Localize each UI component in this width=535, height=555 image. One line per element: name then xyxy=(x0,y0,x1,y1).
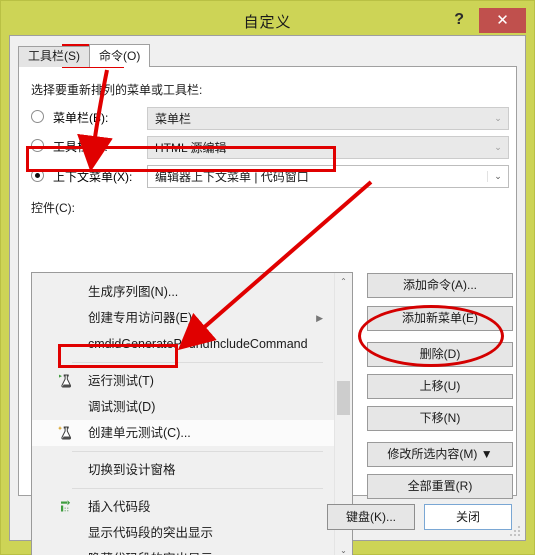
list-item-label: 创建单元测试(C)... xyxy=(88,426,191,440)
close-button[interactable]: 关闭 xyxy=(424,504,512,530)
window-title: 自定义 xyxy=(243,14,292,31)
reset-all-button[interactable]: 全部重置(R) xyxy=(367,474,513,499)
list-item-label: 创建专用访问器(E) xyxy=(88,311,193,325)
chevron-down-icon: ⌄ xyxy=(494,113,502,123)
dialog-body: 工具栏(S) 命令(O) 选择要重新排列的菜单或工具栏: 菜单栏(B): 菜单栏… xyxy=(9,35,526,555)
list-separator xyxy=(72,362,323,363)
combo-toolbar-value: HTML 源编辑 xyxy=(155,141,227,155)
list-item[interactable]: 运行测试(T) xyxy=(32,368,335,394)
combo-context-menu[interactable]: 编辑器上下文菜单 | 代码窗口 ⌄ xyxy=(147,165,509,188)
radio-toolbar-label: 工具栏(T): xyxy=(53,140,108,154)
list-item-label: 调试测试(D) xyxy=(88,400,156,414)
list-separator xyxy=(72,451,323,452)
help-icon[interactable]: ? xyxy=(454,10,464,30)
list-item-label: 显示代码段的突出显示 xyxy=(88,526,214,540)
radio-context-menu[interactable] xyxy=(31,169,44,182)
modify-selection-button[interactable]: 修改所选内容(M) ▼ xyxy=(367,442,513,467)
list-item[interactable]: 插入代码段 xyxy=(32,494,335,520)
title-bar: 自定义 ? ✕ xyxy=(9,8,526,35)
list-item[interactable]: 生成序列图(N)... xyxy=(32,279,335,305)
add-command-button[interactable]: 添加命令(A)... xyxy=(367,273,513,298)
tab-toolbars[interactable]: 工具栏(S) xyxy=(18,46,90,67)
chevron-down-icon: ⌄ xyxy=(494,142,502,152)
insert-snippet-icon xyxy=(58,499,74,515)
controls-listbox[interactable]: 生成序列图(N)... 创建专用访问器(E) ▶ cmdidGeneratePo… xyxy=(31,272,353,555)
combo-context-menu-value: 编辑器上下文菜单 | 代码窗口 xyxy=(155,170,309,184)
add-new-menu-button[interactable]: 添加新菜单(E) xyxy=(367,306,513,331)
list-item-label: cmdidGeneratePoundIncludeCommand xyxy=(88,337,308,351)
list-item-selected[interactable]: 创建单元测试(C)... xyxy=(32,420,335,446)
radio-menubar[interactable] xyxy=(31,110,44,123)
submenu-arrow-icon: ▶ xyxy=(316,313,323,323)
run-test-flask-icon xyxy=(58,373,74,389)
controls-label: 控件(C): xyxy=(31,201,75,215)
list-item[interactable]: 创建专用访问器(E) ▶ xyxy=(32,305,335,331)
combo-menubar[interactable]: 菜单栏 ⌄ xyxy=(147,107,509,130)
list-separator xyxy=(72,488,323,489)
list-item[interactable]: 切换到设计窗格 xyxy=(32,457,335,483)
customize-dialog-window: 自定义 ? ✕ 工具栏(S) 命令(O) 选择要重新排列的菜单或工具栏: 菜单栏… xyxy=(0,0,535,555)
combo-menubar-value: 菜单栏 xyxy=(155,112,192,126)
radio-context-menu-label: 上下文菜单(X): xyxy=(53,170,133,184)
list-item[interactable]: 显示代码段的突出显示 xyxy=(32,520,335,546)
combo-toolbar[interactable]: HTML 源编辑 ⌄ xyxy=(147,136,509,159)
resize-grip-icon[interactable] xyxy=(509,525,521,537)
create-unit-test-flask-icon xyxy=(58,425,74,441)
scroll-up-icon[interactable]: ⌃ xyxy=(335,273,352,290)
radio-menubar-label: 菜单栏(B): xyxy=(53,111,109,125)
chevron-down-icon: ⌄ xyxy=(487,171,508,182)
delete-button[interactable]: 删除(D) xyxy=(367,342,513,367)
list-item-label: 生成序列图(N)... xyxy=(88,285,179,299)
commands-tab-page: 选择要重新排列的菜单或工具栏: 菜单栏(B): 菜单栏 ⌄ 工具栏(T): HT… xyxy=(18,66,517,555)
close-window-button[interactable]: ✕ xyxy=(479,8,526,33)
move-up-button[interactable]: 上移(U) xyxy=(367,374,513,399)
keyboard-button[interactable]: 键盘(K)... xyxy=(327,504,415,530)
list-item[interactable]: 调试测试(D) xyxy=(32,394,335,420)
screenshot-root: 自定义 ? ✕ 工具栏(S) 命令(O) 选择要重新排列的菜单或工具栏: 菜单栏… xyxy=(0,0,535,555)
controls-list-inner: 生成序列图(N)... 创建专用访问器(E) ▶ cmdidGeneratePo… xyxy=(32,273,335,555)
list-item-label: 插入代码段 xyxy=(88,500,151,514)
radio-toolbar[interactable] xyxy=(31,139,44,152)
tab-strip: 工具栏(S) 命令(O) xyxy=(18,44,151,67)
list-item-label: 切换到设计窗格 xyxy=(88,463,176,477)
scroll-down-icon[interactable]: ⌄ xyxy=(335,542,352,555)
list-item-label: 运行测试(T) xyxy=(88,374,154,388)
scrollbar-thumb[interactable] xyxy=(337,381,350,415)
tab-commands[interactable]: 命令(O) xyxy=(89,44,151,67)
list-item[interactable]: cmdidGeneratePoundIncludeCommand xyxy=(32,331,335,357)
rearrange-label: 选择要重新排列的菜单或工具栏: xyxy=(31,83,203,97)
move-down-button[interactable]: 下移(N) xyxy=(367,406,513,431)
list-item[interactable]: 隐藏代码段的突出显示 xyxy=(32,546,335,555)
